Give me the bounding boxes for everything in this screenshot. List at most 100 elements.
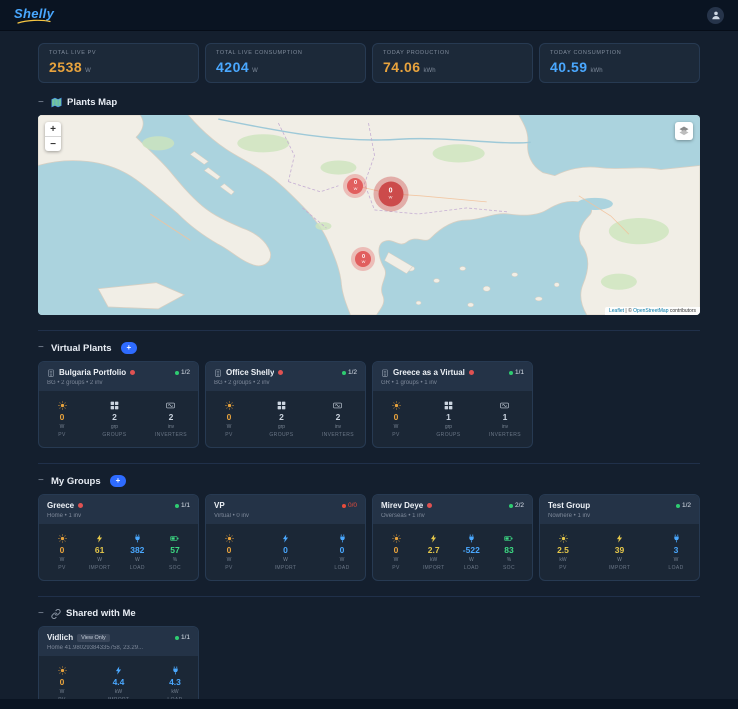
footer-bar (0, 699, 738, 709)
stat-item: 2.7 kW IMPORT (422, 534, 446, 571)
alert-badge (130, 370, 136, 375)
status-text: 2/2 (514, 502, 524, 509)
section-title: Plants Map (67, 97, 118, 108)
stat-item: -522 W LOAD (459, 534, 483, 571)
plant-card[interactable]: Test Group 1/2 Nowhere • 1 inv 2.5 kW PV… (539, 494, 700, 581)
plant-card[interactable]: VP 0/0 Virtual • 0 inv 0 W PV 0 W IMPORT… (205, 494, 366, 581)
stat-unit: W (226, 557, 232, 563)
stat-unit: W (59, 689, 65, 695)
status-dot (341, 370, 346, 375)
stat-value: 0 (59, 412, 65, 422)
sun-icon (57, 666, 67, 675)
alert-badge (78, 503, 84, 508)
stat-unit: inv (334, 424, 342, 430)
add-group-button[interactable]: + (109, 475, 127, 487)
marker-unit: W (388, 194, 393, 200)
online-status: 1/1 (508, 369, 524, 376)
bolt-icon (115, 666, 122, 675)
online-status: 2/2 (508, 502, 524, 509)
card-subtitle: Home 41.98029384335758, 23.29... (47, 645, 144, 651)
sun-icon (391, 401, 401, 410)
stat-value: 0 (393, 545, 399, 555)
stat-value-row: 40.59 kWh (550, 59, 689, 75)
stat-label: TOTAL LIVE CONSUMPTION (216, 50, 303, 56)
map-icon (51, 97, 62, 108)
plant-card[interactable]: Vidlich View Only 1/1 Home 41.9802938433… (38, 626, 199, 699)
online-status: 1/1 (174, 502, 190, 509)
collapse-toggle[interactable]: − (38, 608, 46, 619)
groups-icon (277, 401, 286, 410)
status-dot (174, 503, 179, 508)
bolt-icon (97, 534, 103, 543)
collapse-toggle[interactable]: − (38, 343, 46, 353)
stat-unit: W (59, 557, 65, 563)
bolt-icon (282, 534, 289, 543)
stat-value: 0 (393, 412, 399, 422)
collapse-toggle[interactable]: − (38, 97, 46, 108)
stat-value-row: 2538 W (49, 59, 188, 75)
online-status: 1/2 (341, 369, 357, 376)
live-stat-card: TOTAL LIVE PV 2538 W (38, 43, 199, 83)
stat-label: INVERTERS (321, 432, 354, 438)
section-plants-map: − Plants Map 0 W 0 W 0 W + − Leaflet | ©… (38, 97, 700, 315)
stat-value: 2 (279, 412, 284, 422)
stat-unit: W (393, 557, 399, 563)
stat-value: 2.7 (427, 545, 440, 555)
zoom-in-button[interactable]: + (45, 122, 61, 136)
card-title: Test Group (548, 501, 591, 510)
stat-label: SOC (502, 565, 515, 571)
virtual-plants-header: − Virtual Plants + (38, 342, 700, 354)
stat-item: 0 W IMPORT (274, 534, 298, 571)
building-icon (215, 369, 221, 377)
card-subtitle: Nowhere • 1 inv (548, 513, 591, 519)
add-virtual-plant-button[interactable]: + (120, 342, 138, 354)
map-layers-button[interactable] (675, 122, 693, 140)
user-avatar-button[interactable] (707, 6, 724, 24)
plug-icon (673, 534, 679, 543)
plant-card[interactable]: Greece as a Virtual 1/1 GR • 1 groups • … (372, 361, 533, 448)
stat-label: PV (392, 565, 400, 571)
card-subtitle: Home • 1 inv (47, 513, 82, 519)
status-text: 1/1 (514, 369, 524, 376)
collapse-toggle[interactable]: − (38, 476, 46, 486)
user-icon (711, 11, 720, 20)
stat-label: TODAY CONSUMPTION (550, 50, 622, 56)
leaflet-link[interactable]: Leaflet (609, 308, 624, 314)
online-status: 1/1 (174, 634, 190, 641)
app-logo[interactable]: Shelly (14, 7, 54, 24)
stat-unit: inv (501, 424, 509, 430)
plant-card[interactable]: Office Shelly 1/2 BG • 2 groups • 2 inv … (205, 361, 366, 448)
section-title: My Groups (51, 475, 101, 487)
map-marker[interactable]: 0 W (378, 181, 404, 207)
zoom-out-button[interactable]: − (45, 136, 61, 151)
stat-unit: kW (430, 557, 438, 563)
sun-icon (57, 401, 67, 410)
my-groups-grid: Greece 1/1 Home • 1 inv 0 W PV 61 W IMPO… (38, 494, 700, 581)
card-title-row: Bulgaria Portfolio 1/2 (47, 368, 190, 377)
stat-label: GROUPS (102, 432, 127, 438)
stat-item: 0 W PV (50, 534, 74, 571)
card-stats: 0 W PV 4.4 kW IMPORT 4.3 kW LOAD (39, 656, 198, 699)
plant-card[interactable]: Greece 1/1 Home • 1 inv 0 W PV 61 W IMPO… (38, 494, 199, 581)
live-stat-card: TOTAL LIVE CONSUMPTION 4204 W (205, 43, 366, 83)
plant-card[interactable]: Mirev Deye 2/2 Overseas • 1 inv 0 W PV 2… (372, 494, 533, 581)
stat-unit: W (468, 557, 474, 563)
map-marker[interactable]: 0 W (355, 251, 372, 268)
stat-unit: W (339, 557, 345, 563)
stat-item: 0 W PV (217, 401, 241, 438)
card-title: Greece (47, 501, 75, 510)
stat-unit: W (226, 424, 232, 430)
card-title-row: Mirev Deye 2/2 (381, 501, 524, 510)
stat-unit: grp (110, 424, 119, 430)
plant-card[interactable]: Bulgaria Portfolio 1/2 BG • 2 groups • 2… (38, 361, 199, 448)
top-bar: Shelly (0, 0, 738, 31)
plants-map[interactable]: 0 W 0 W 0 W + − Leaflet | © OpenStreetMa… (38, 115, 700, 315)
card-title: Mirev Deye (381, 501, 424, 510)
map-marker[interactable]: 0 W (347, 177, 364, 194)
inverter-icon (166, 402, 176, 409)
stat-value: 57 (170, 545, 180, 555)
plug-icon (134, 534, 140, 543)
osm-link[interactable]: OpenStreetMap (633, 308, 668, 314)
inverter-icon (333, 402, 343, 409)
card-stats: 0 W PV 61 W IMPORT 382 W LOAD 57 % SOC (39, 524, 198, 580)
